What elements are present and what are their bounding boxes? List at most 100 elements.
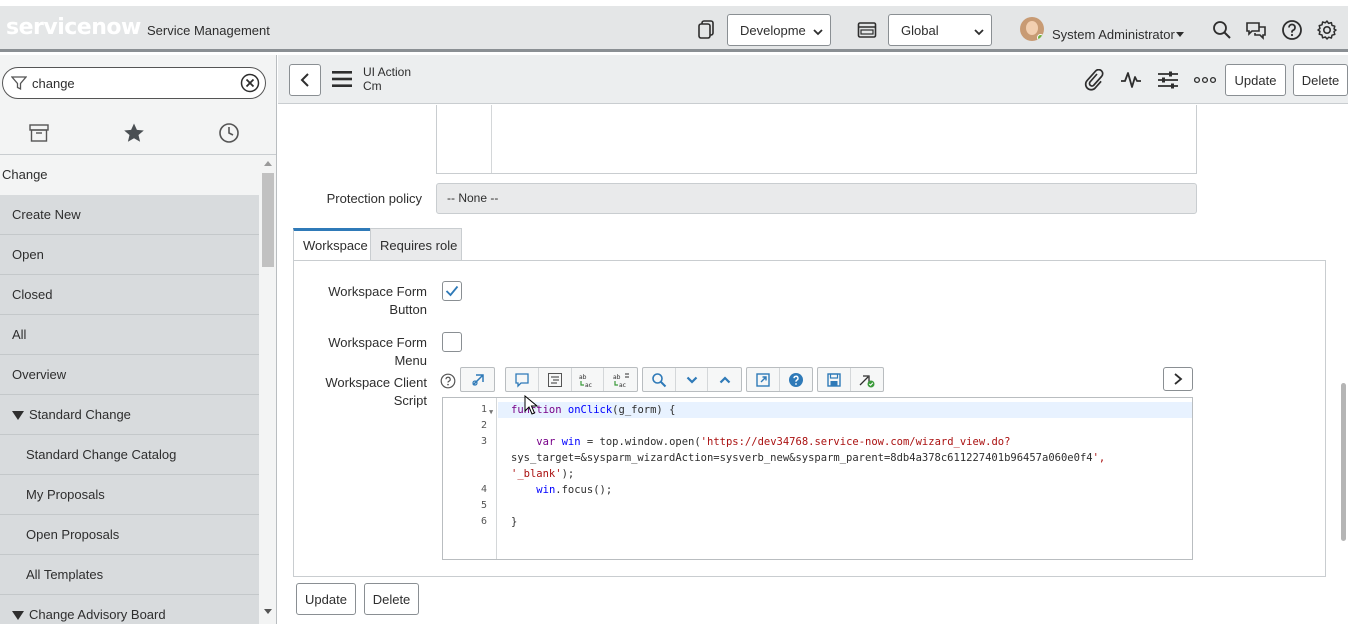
find-next-chevron-down-icon[interactable] [676, 368, 709, 391]
editor-gutter: 1 ▼ 2 3 4 5 6 [443, 398, 497, 559]
expand-editor-button[interactable] [1163, 367, 1193, 391]
user-name[interactable]: System Administrator [1052, 27, 1175, 42]
avatar[interactable] [1020, 17, 1044, 41]
scrollbar-thumb[interactable] [262, 173, 274, 267]
find-previous-chevron-up-icon[interactable] [708, 368, 741, 391]
open-full-screen-external-icon[interactable] [747, 368, 780, 391]
online-status-dot [1037, 34, 1044, 41]
comment-selected-code-icon[interactable] [506, 368, 539, 391]
user-menu-caret-icon[interactable] [1176, 32, 1184, 37]
nav-item-open-proposals[interactable]: Open Proposals [0, 515, 259, 555]
line-number: 3 [480, 436, 487, 447]
nav-item-create-new[interactable]: Create New [0, 195, 259, 235]
save-floppy-icon[interactable] [818, 368, 851, 391]
nav-item-overview[interactable]: Overview [0, 355, 259, 395]
more-options-ellipsis-icon[interactable] [1193, 68, 1217, 92]
application-scope-icon[interactable] [856, 19, 878, 41]
line-number: 4 [480, 484, 487, 495]
code-line-3-wrap-1[interactable]: sys_target=&sysparm_wizardAction=sysverb… [511, 452, 1105, 464]
nav-item-my-proposals[interactable]: My Proposals [0, 475, 259, 515]
workspace-form-menu-label: Workspace Form Menu [328, 335, 427, 368]
gear-icon[interactable] [1316, 19, 1338, 41]
script-toolbar-group-search [642, 367, 742, 392]
connect-chat-icon[interactable] [1245, 19, 1267, 41]
svg-text:ab: ab [579, 374, 587, 381]
workspace-tab-panel: Workspace Form Button Workspace Form Men… [293, 260, 1326, 577]
toggle-script-debugger-icon[interactable] [461, 368, 494, 391]
scroll-down-arrow-icon[interactable] [264, 609, 272, 614]
svg-text:ab: ab [613, 374, 621, 381]
context-menu-hamburger-icon[interactable] [332, 70, 352, 91]
servicenow-logo[interactable]: servicenow [6, 15, 141, 40]
nav-section-change-advisory-board[interactable]: Change Advisory Board [0, 595, 259, 624]
tab-workspace[interactable]: Workspace [293, 228, 371, 261]
line-number: 6 [480, 516, 487, 527]
workspace-form-button-checkbox[interactable] [442, 281, 462, 301]
form-update-button[interactable]: Update [296, 583, 356, 615]
line-number: 2 [480, 420, 487, 431]
update-set-value: Developme [740, 22, 806, 38]
personalize-form-sliders-icon[interactable] [1156, 68, 1180, 92]
form-header: UI Action Cm Update Delete [278, 55, 1348, 104]
history-tab-clock-icon[interactable] [217, 121, 241, 145]
form-scrollbar[interactable] [1339, 105, 1348, 624]
format-code-icon[interactable] [539, 368, 572, 391]
nav-item-open[interactable]: Open [0, 235, 259, 275]
code-line-6[interactable]: } [511, 516, 517, 528]
workspace-client-script-editor[interactable]: 1 ▼ 2 3 4 5 6 function onClick(g_form) {… [442, 397, 1193, 560]
nav-item-closed[interactable]: Closed [0, 275, 259, 315]
activity-pulse-icon[interactable] [1119, 68, 1143, 92]
line-number: 1 [480, 404, 487, 415]
svg-text:ac: ac [585, 382, 592, 388]
navigator-module-list: Change Create New Open Closed All Overvi… [0, 155, 259, 624]
update-set-select[interactable]: Developme [727, 14, 831, 46]
line-number: 5 [480, 500, 487, 511]
script-toolbar-group-help [746, 367, 813, 392]
script-help-icon[interactable] [780, 368, 813, 391]
filter-input[interactable]: change [32, 76, 75, 91]
back-button[interactable] [289, 64, 321, 96]
replace-icon[interactable]: ab ac [572, 368, 605, 391]
replace-all-icon[interactable]: ab ac [604, 368, 637, 391]
search-icon[interactable] [1211, 19, 1233, 41]
scope-select[interactable]: Global [888, 14, 992, 46]
filter-icon [10, 75, 28, 94]
form-delete-button[interactable]: Delete [364, 583, 419, 615]
scroll-up-arrow-icon[interactable] [264, 161, 272, 166]
scope-value: Global [901, 22, 939, 38]
favorites-tab-star-icon[interactable] [122, 121, 146, 145]
script-toolbar-group-edit: ab ac ab ac [505, 367, 638, 392]
nav-app-change[interactable]: Change [0, 155, 259, 195]
clear-filter-icon[interactable] [240, 73, 260, 96]
search-icon[interactable] [643, 368, 676, 391]
nav-section-standard-change[interactable]: Standard Change [0, 395, 259, 435]
paperclip-attachment-icon[interactable] [1082, 68, 1106, 92]
code-line-3-wrap-2[interactable]: '_blank'); [511, 468, 574, 480]
previous-script-field[interactable] [436, 105, 1197, 174]
update-set-icon[interactable] [695, 19, 717, 41]
header-update-button[interactable]: Update [1225, 64, 1286, 96]
help-icon[interactable] [1281, 19, 1303, 41]
nav-item-all[interactable]: All [0, 315, 259, 355]
label-line: Workspace Client [325, 375, 427, 390]
protection-policy-select[interactable]: -- None -- [436, 183, 1197, 214]
syntax-check-icon[interactable] [851, 368, 884, 391]
scrollbar-thumb[interactable] [1341, 383, 1346, 541]
label-line: Script [393, 393, 427, 408]
header-delete-button[interactable]: Delete [1293, 64, 1348, 96]
application-navigator: change Change Create New Open Closed All… [0, 55, 277, 624]
mouse-cursor-icon [524, 394, 539, 418]
navigator-filter[interactable]: change [2, 67, 266, 99]
chevron-down-icon [813, 25, 823, 40]
field-help-icon[interactable] [440, 373, 456, 392]
workspace-form-menu-checkbox[interactable] [442, 332, 462, 352]
nav-item-standard-change-catalog[interactable]: Standard Change Catalog [0, 435, 259, 475]
all-applications-tab-icon[interactable] [27, 121, 51, 145]
nav-item-all-templates[interactable]: All Templates [0, 555, 259, 595]
fold-triangle-icon[interactable]: ▼ [489, 408, 493, 416]
workspace-client-script-label: Workspace Client Script [304, 374, 427, 410]
code-line-4[interactable]: win.focus(); [511, 484, 612, 496]
code-line-3[interactable]: var win = top.window.open('https://dev34… [511, 436, 1010, 448]
navigator-scrollbar[interactable] [260, 157, 276, 622]
tab-requires-role[interactable]: Requires role [370, 228, 462, 261]
